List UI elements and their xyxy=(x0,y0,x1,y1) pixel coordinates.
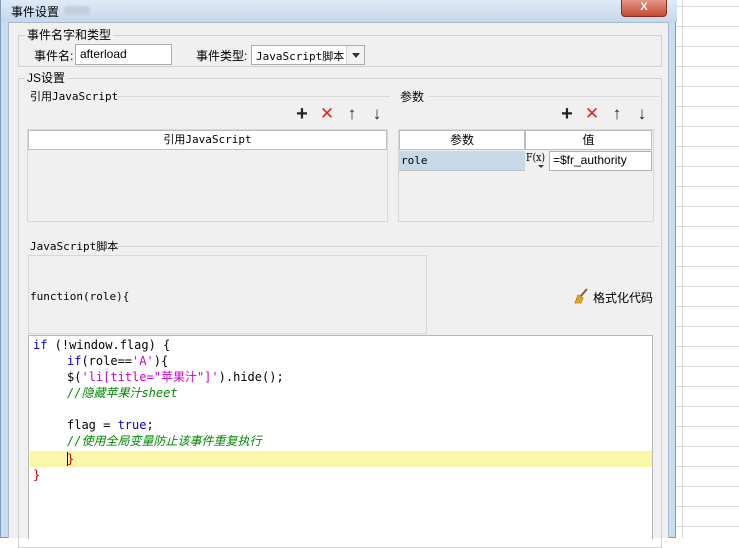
params-header-name[interactable]: 参数 xyxy=(399,130,525,150)
ref-js-table[interactable]: 引用JavaScript xyxy=(27,129,388,222)
params-legend: 参数 xyxy=(400,90,425,104)
code-line-2: if(role=='A'){ xyxy=(67,353,168,369)
title-bar: 事件设置 X xyxy=(1,0,677,22)
code-token: ){ xyxy=(153,354,169,368)
function-signature: function(role){ xyxy=(30,290,130,303)
dialog-content: 事件名字和类型 事件名: afterload 事件类型: JavaScript脚… xyxy=(8,22,669,548)
event-name-label: 事件名: xyxy=(34,49,74,63)
param-name-cell[interactable]: role xyxy=(399,151,525,171)
code-token: $( xyxy=(67,370,82,384)
event-type-label: 事件类型: xyxy=(196,49,248,63)
script-divider xyxy=(115,246,659,247)
code-line-8: } xyxy=(67,452,75,466)
code-token: flag = xyxy=(67,418,118,432)
event-name-input[interactable]: afterload xyxy=(75,44,172,65)
formula-dropdown-icon[interactable] xyxy=(538,165,544,168)
ref-js-divider xyxy=(116,96,390,97)
text-caret xyxy=(67,452,68,466)
broom-icon xyxy=(573,288,589,304)
code-token: true xyxy=(117,418,147,432)
code-line-6: flag = true; xyxy=(67,417,154,433)
js-group-legend: JS设置 xyxy=(25,70,68,86)
event-type-select[interactable]: JavaScript脚本 xyxy=(251,45,365,65)
code-line-7: //使用全局变量防止该事件重复执行 xyxy=(67,434,262,448)
params-header-value[interactable]: 值 xyxy=(525,130,652,150)
formula-icon[interactable]: F(x) xyxy=(526,152,545,164)
params-move-up-icon[interactable]: ↑ xyxy=(608,105,626,123)
param-value: =$fr_authority xyxy=(553,153,627,167)
param-value-cell[interactable]: F(x) =$fr_authority xyxy=(525,151,652,171)
code-token: (role== xyxy=(81,354,133,368)
code-token: "]' xyxy=(196,370,219,384)
current-line-highlight xyxy=(30,451,652,467)
code-token: ).hide(); xyxy=(218,370,284,384)
script-legend: JavaScript脚本 xyxy=(30,240,119,253)
format-code-label: 格式化代码 xyxy=(593,291,654,305)
chevron-down-icon[interactable] xyxy=(346,46,364,64)
code-token: 苹果汁 xyxy=(160,370,197,384)
code-token: ; xyxy=(146,418,154,432)
close-button[interactable]: X xyxy=(621,0,667,17)
move-down-icon[interactable]: ↓ xyxy=(368,105,386,123)
params-divider xyxy=(429,96,659,97)
dialog-title: 事件设置 xyxy=(11,5,60,19)
code-token: (!window.flag) { xyxy=(47,338,171,352)
delete-icon[interactable]: ✕ xyxy=(318,105,336,123)
ref-js-column-header[interactable]: 引用JavaScript xyxy=(28,130,387,150)
event-type-value: JavaScript脚本 xyxy=(256,50,345,63)
param-value-input[interactable]: =$fr_authority xyxy=(549,151,652,171)
code-token: 'li[title=" xyxy=(81,370,161,384)
code-line-9: } xyxy=(33,468,41,482)
params-move-down-icon[interactable]: ↓ xyxy=(633,105,651,123)
code-line-3: $('li[title="苹果汁"]').hide(); xyxy=(67,369,284,385)
params-delete-icon[interactable]: ✕ xyxy=(583,105,601,123)
event-group-legend: 事件名字和类型 xyxy=(25,27,114,43)
ref-js-legend: 引用JavaScript xyxy=(30,90,119,103)
code-line-1: if (!window.flag) { xyxy=(33,337,170,353)
code-token: 'A' xyxy=(132,354,154,368)
code-line-4: //隐藏苹果汁sheet xyxy=(67,386,178,400)
move-up-icon[interactable]: ↑ xyxy=(343,105,361,123)
code-token: if xyxy=(67,354,82,368)
add-icon[interactable]: + xyxy=(293,104,311,124)
format-code-button[interactable]: 格式化代码 xyxy=(573,288,655,306)
function-signature-pane: function(role){ xyxy=(28,255,427,334)
params-add-icon[interactable]: + xyxy=(558,104,576,124)
code-token: if xyxy=(33,338,48,352)
title-blurred-text xyxy=(64,6,90,15)
code-editor[interactable]: if (!window.flag) { if(role=='A'){ $('li… xyxy=(28,335,653,539)
event-settings-dialog: 事件设置 X 事件名字和类型 事件名: afterload 事件类型: Java… xyxy=(0,0,677,548)
param-name: role xyxy=(401,154,428,167)
params-table[interactable]: 参数 值 role F(x) =$fr_authority xyxy=(398,129,654,222)
